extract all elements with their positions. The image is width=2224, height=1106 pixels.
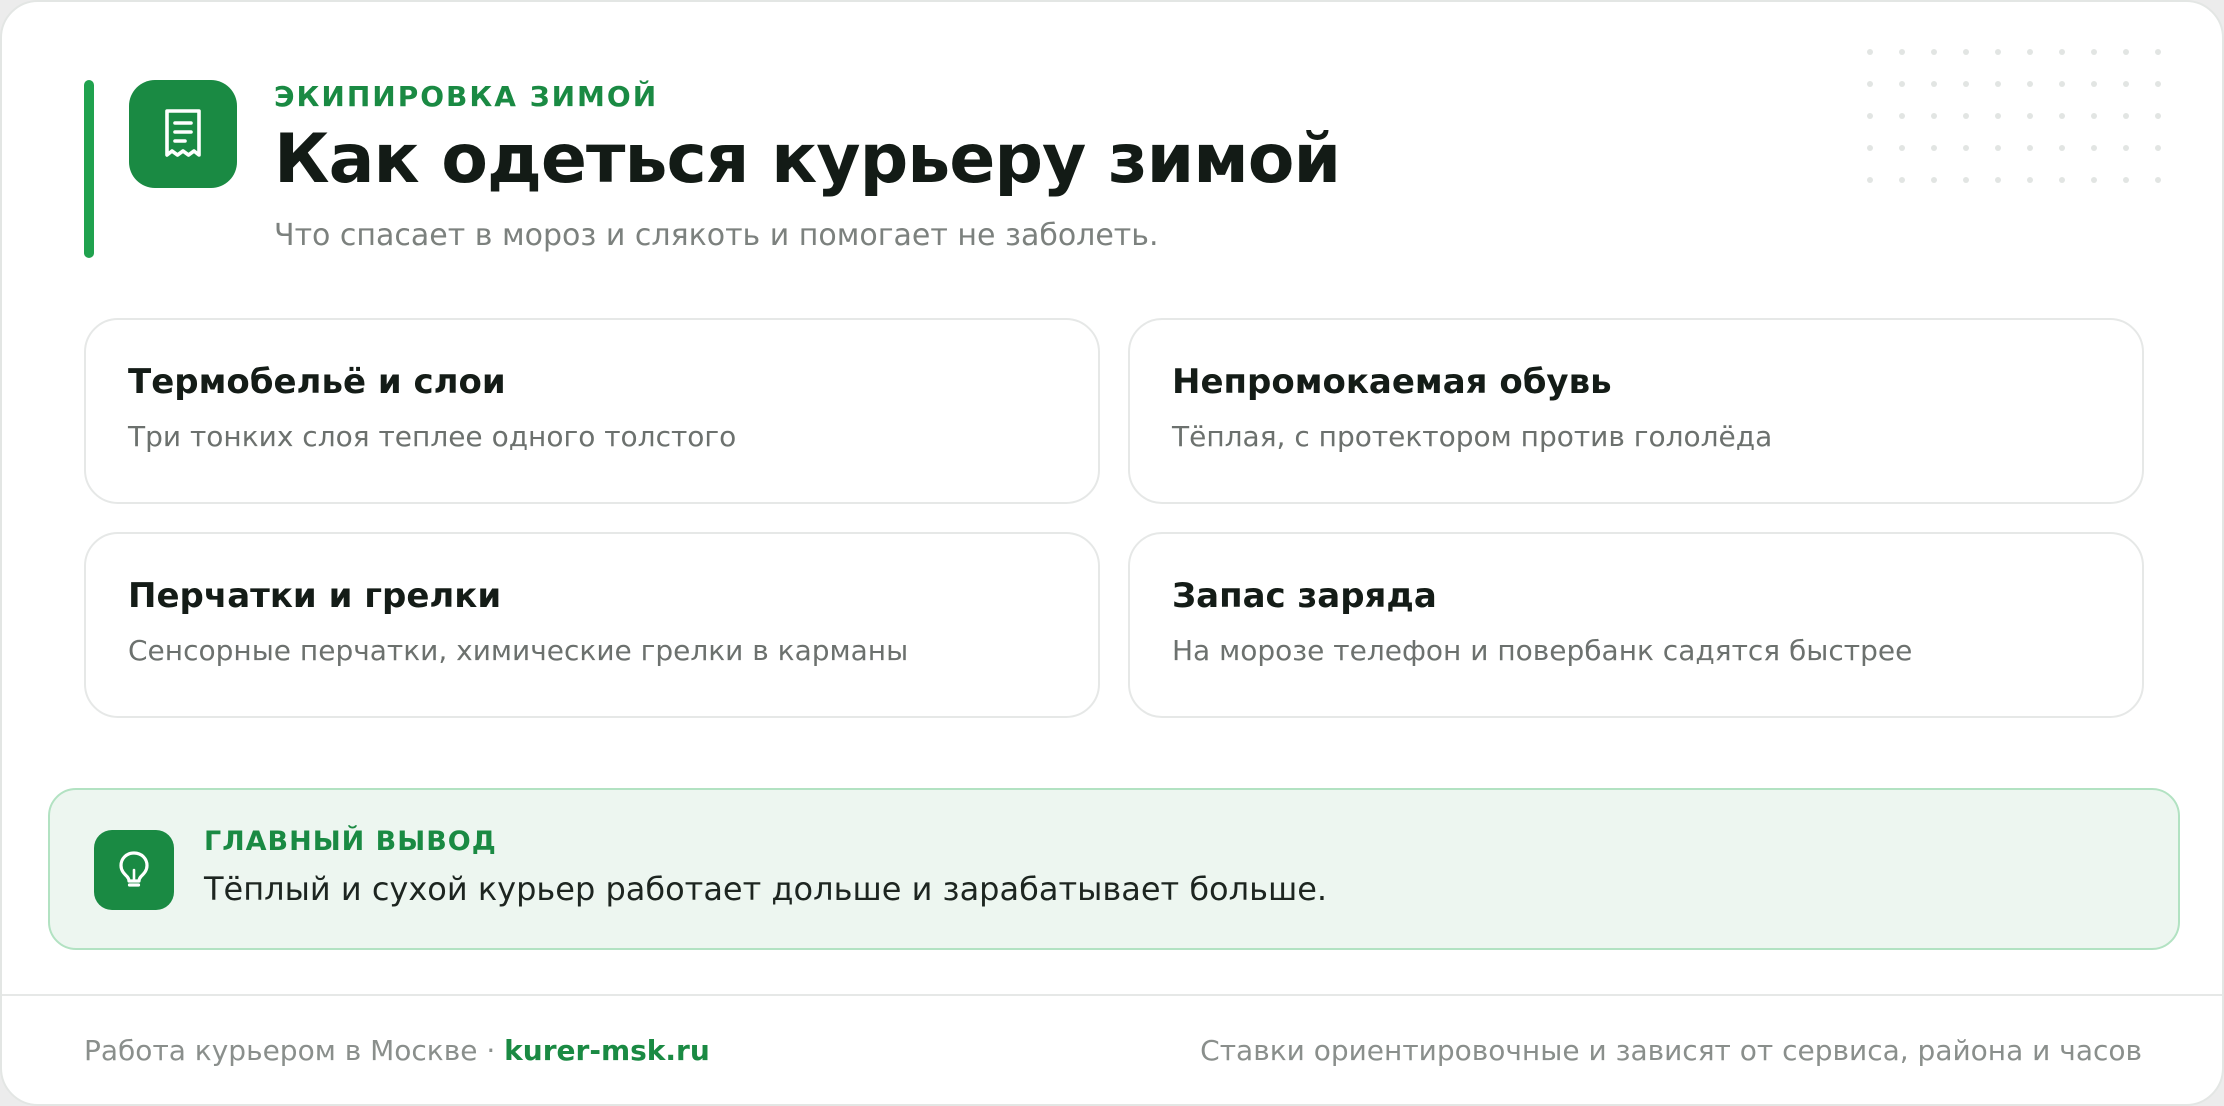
decorative-dot-grid [1867, 49, 2161, 183]
tip-description: Тёплая, с протектором против гололёда [1172, 420, 1773, 453]
receipt-icon [129, 80, 237, 188]
footer-site-link[interactable]: kurer-msk.ru [504, 1034, 710, 1067]
tip-title: Непромокаемая обувь [1172, 362, 1612, 402]
tip-card: Перчатки и грелки Сенсорные перчатки, хи… [84, 532, 1100, 718]
takeaway-text: Тёплый и сухой курьер работает дольше и … [204, 870, 1328, 908]
footer-credit-text: Работа курьером в Москве · [84, 1034, 505, 1067]
tip-description: На морозе телефон и повербанк садятся бы… [1172, 634, 1913, 667]
tip-title: Термобельё и слои [128, 362, 506, 402]
accent-bar [84, 80, 94, 258]
tip-card: Запас заряда На морозе телефон и поверба… [1128, 532, 2144, 718]
takeaway-label: ГЛАВНЫЙ ВЫВОД [204, 826, 497, 857]
tip-title: Запас заряда [1172, 576, 1437, 616]
tip-description: Три тонких слоя теплее одного толстого [128, 420, 737, 453]
takeaway-box: ГЛАВНЫЙ ВЫВОД Тёплый и сухой курьер рабо… [48, 788, 2180, 950]
footer-disclaimer: Ставки ориентировочные и зависят от серв… [1200, 1034, 2142, 1067]
lightbulb-icon [94, 830, 174, 910]
footer-credit: Работа курьером в Москве · kurer-msk.ru [84, 1034, 710, 1067]
tip-title: Перчатки и грелки [128, 576, 502, 616]
footer-divider [2, 994, 2222, 996]
tip-card: Непромокаемая обувь Тёплая, с протекторо… [1128, 318, 2144, 504]
page-subtitle: Что спасает в мороз и слякоть и помогает… [274, 218, 1159, 253]
page-title: Как одеться курьеру зимой [274, 120, 1341, 199]
tip-description: Сенсорные перчатки, химические грелки в … [128, 634, 909, 667]
info-card: ЭКИПИРОВКА ЗИМОЙ Как одеться курьеру зим… [0, 0, 2224, 1106]
tip-card: Термобельё и слои Три тонких слоя теплее… [84, 318, 1100, 504]
eyebrow-label: ЭКИПИРОВКА ЗИМОЙ [274, 80, 659, 113]
